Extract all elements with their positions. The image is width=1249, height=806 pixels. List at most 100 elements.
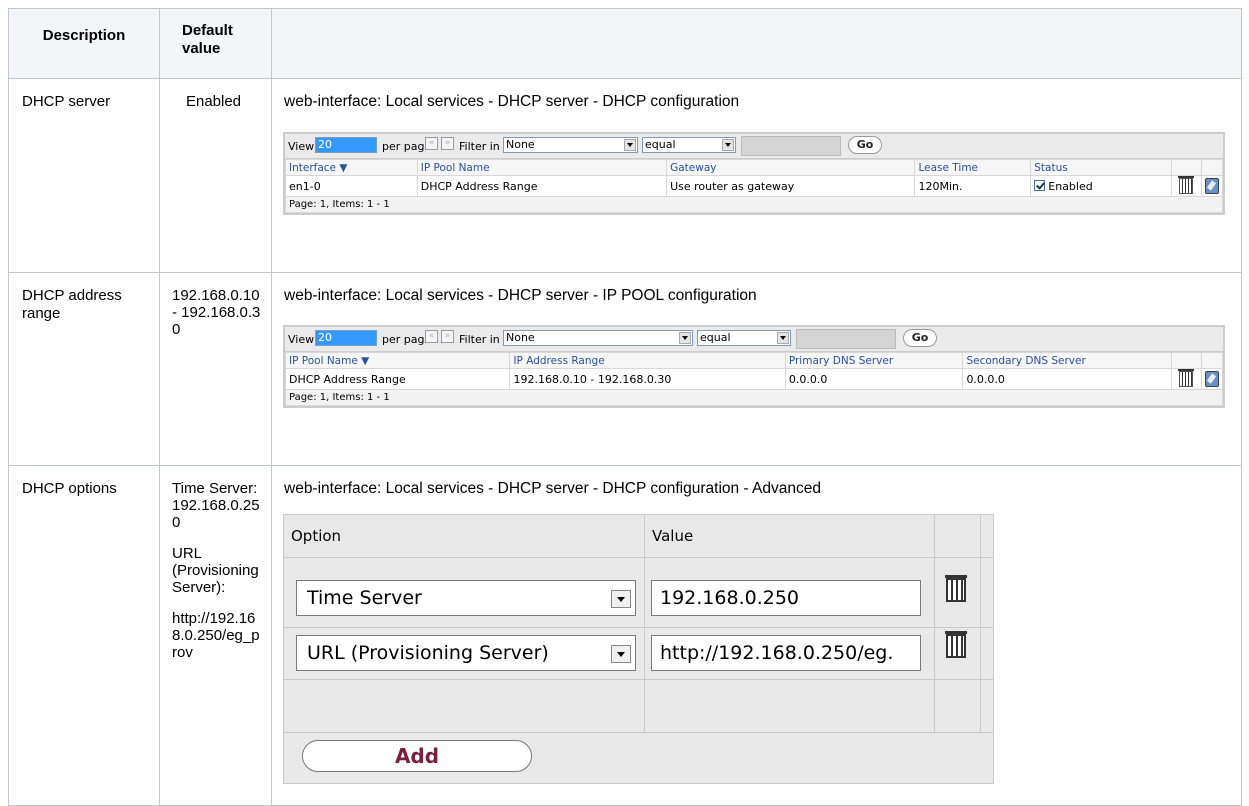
per-page-label: per page [382,140,432,153]
column-header-ip-pool-name[interactable]: IP Pool Name ▼ [284,352,511,369]
row-default-value: Enabled [159,78,272,273]
filter-operator-select[interactable]: equal [697,330,791,346]
row-divider [284,557,993,558]
row-divider [284,732,993,733]
ip-pool-grid: View 20 per page « » Filter in None equa… [283,325,1225,408]
trash-icon[interactable] [945,631,967,658]
chevron-down-icon [722,139,734,151]
column-header-gateway[interactable]: Gateway [666,159,916,176]
column-header-ip-pool-name[interactable]: IP Pool Name [416,159,668,176]
cell-interface: en1-0 [285,175,418,197]
add-button[interactable]: Add [302,740,532,772]
column-divider [644,515,645,733]
row-default-value: Time Server: 192.168.0.250 URL (Provisio… [159,465,272,806]
filter-operator-select[interactable]: equal [642,137,736,153]
column-header-ip-address-range[interactable]: IP Address Range [509,352,786,369]
column-header-status[interactable]: Status [1030,159,1172,176]
filter-in-label: Filter in [459,333,500,346]
option-select-url[interactable]: URL (Provisioning Server) [296,635,636,671]
trash-icon[interactable] [1178,369,1195,387]
column-header-option: Option [291,527,342,545]
table-row: en1-0 DHCP Address Range Use router as g… [285,175,1224,197]
filter-field-select[interactable]: None [503,330,693,346]
option-select-time-server[interactable]: Time Server [296,580,636,616]
cell-edit [1200,368,1224,390]
cell-status: Enabled [1030,175,1172,197]
table-row: DHCP address range 192.168.0.10 - 192.16… [8,272,1242,466]
cell-primary-dns: 0.0.0.0 [784,368,964,390]
filter-operator-value: equal [645,138,676,151]
grid-footer: Page: 1, Items: 1 - 1 [285,196,1223,213]
column-header-interface[interactable]: Interface ▼ [285,159,418,176]
header-default-value: Default value [159,8,272,79]
grid-table: Interface ▼ IP Pool Name Gateway Lease T… [285,159,1224,213]
view-label: View [288,333,315,346]
filter-field-select[interactable]: None [503,137,638,153]
config-path: web-interface: Local services - DHCP ser… [284,287,757,304]
filter-search-input[interactable] [796,329,896,349]
chevron-down-icon [611,590,631,608]
column-divider [980,515,981,733]
chevron-down-icon [777,332,789,344]
next-page-button[interactable]: » [441,137,454,150]
filter-operator-value: equal [700,331,731,344]
row-content: web-interface: Local services - DHCP ser… [271,272,1242,466]
per-page-input[interactable]: 20 [315,137,377,153]
view-label: View [288,140,315,153]
grid-header-row: Interface ▼ IP Pool Name Gateway Lease T… [285,159,1224,176]
cell-delete [1170,175,1202,197]
grid-header-row: IP Pool Name ▼ IP Address Range Primary … [284,352,1224,369]
grid-footer: Page: 1, Items: 1 - 1 [285,389,1223,406]
option-select-value: Time Server [307,587,422,609]
row-description: DHCP options [8,465,160,806]
column-header-primary-dns[interactable]: Primary DNS Server [784,352,964,369]
filter-field-value: None [506,138,535,151]
go-button[interactable]: Go [848,136,882,154]
table-row: DHCP server Enabled web-interface: Local… [8,78,1242,273]
default-value-text: 192.168.0.10 - 192.168.0.30 [172,287,261,338]
row-description: DHCP address range [8,272,160,466]
column-header-lease-time[interactable]: Lease Time [914,159,1032,176]
column-header-secondary-dns[interactable]: Secondary DNS Server [962,352,1172,369]
grid-footer-row: Page: 1, Items: 1 - 1 [285,196,1223,213]
enabled-checkbox[interactable] [1034,179,1046,191]
edit-icon[interactable] [1204,178,1219,194]
header-row: Description Default value [8,8,1242,79]
dhcp-options-panel: Option Value Time Server 192.168.0.250 U… [283,514,994,784]
option-select-value: URL (Provisioning Server) [307,642,549,664]
grid-toolbar: View 20 per page « » Filter in None equa… [285,327,1223,352]
grid-table: IP Pool Name ▼ IP Address Range Primary … [284,352,1224,406]
filter-field-value: None [506,331,535,344]
header-description: Description [8,8,160,79]
value-input-url[interactable]: http://192.168.0.250/eg. [651,635,921,671]
cell-delete [1170,368,1202,390]
row-default-value: 192.168.0.10 - 192.168.0.30 [159,272,272,466]
column-header-value: Value [652,527,694,545]
prev-page-button[interactable]: « [425,330,438,343]
next-page-button[interactable]: » [441,330,454,343]
column-header-delete [1170,352,1202,369]
default-time-server: Time Server: 192.168.0.250 [172,480,260,531]
trash-icon[interactable] [945,575,967,602]
cell-ip-pool-name: DHCP Address Range [284,368,511,390]
filter-search-input[interactable] [741,136,841,156]
row-divider [284,627,993,628]
column-divider [934,515,935,733]
per-page-input[interactable]: 20 [315,330,377,346]
value-input-time-server[interactable]: 192.168.0.250 [651,580,921,616]
row-content: web-interface: Local services - DHCP ser… [271,78,1242,273]
trash-icon[interactable] [1178,176,1195,194]
column-header-edit [1200,352,1224,369]
grid-toolbar: View 20 per page « » Filter in None equa… [285,134,1223,159]
go-button[interactable]: Go [903,329,937,347]
row-description: DHCP server [8,78,160,273]
status-label: Enabled [1048,179,1093,193]
filter-in-label: Filter in [459,140,500,153]
table-row: DHCP options Time Server: 192.168.0.250 … [8,465,1242,806]
cell-secondary-dns: 0.0.0.0 [962,368,1172,390]
row-content: web-interface: Local services - DHCP ser… [271,465,1242,806]
edit-icon[interactable] [1204,371,1219,387]
cell-ip-pool-name: DHCP Address Range [416,175,668,197]
default-url-value: http://192.168.0.250/eg_prov [172,610,260,661]
prev-page-button[interactable]: « [425,137,438,150]
